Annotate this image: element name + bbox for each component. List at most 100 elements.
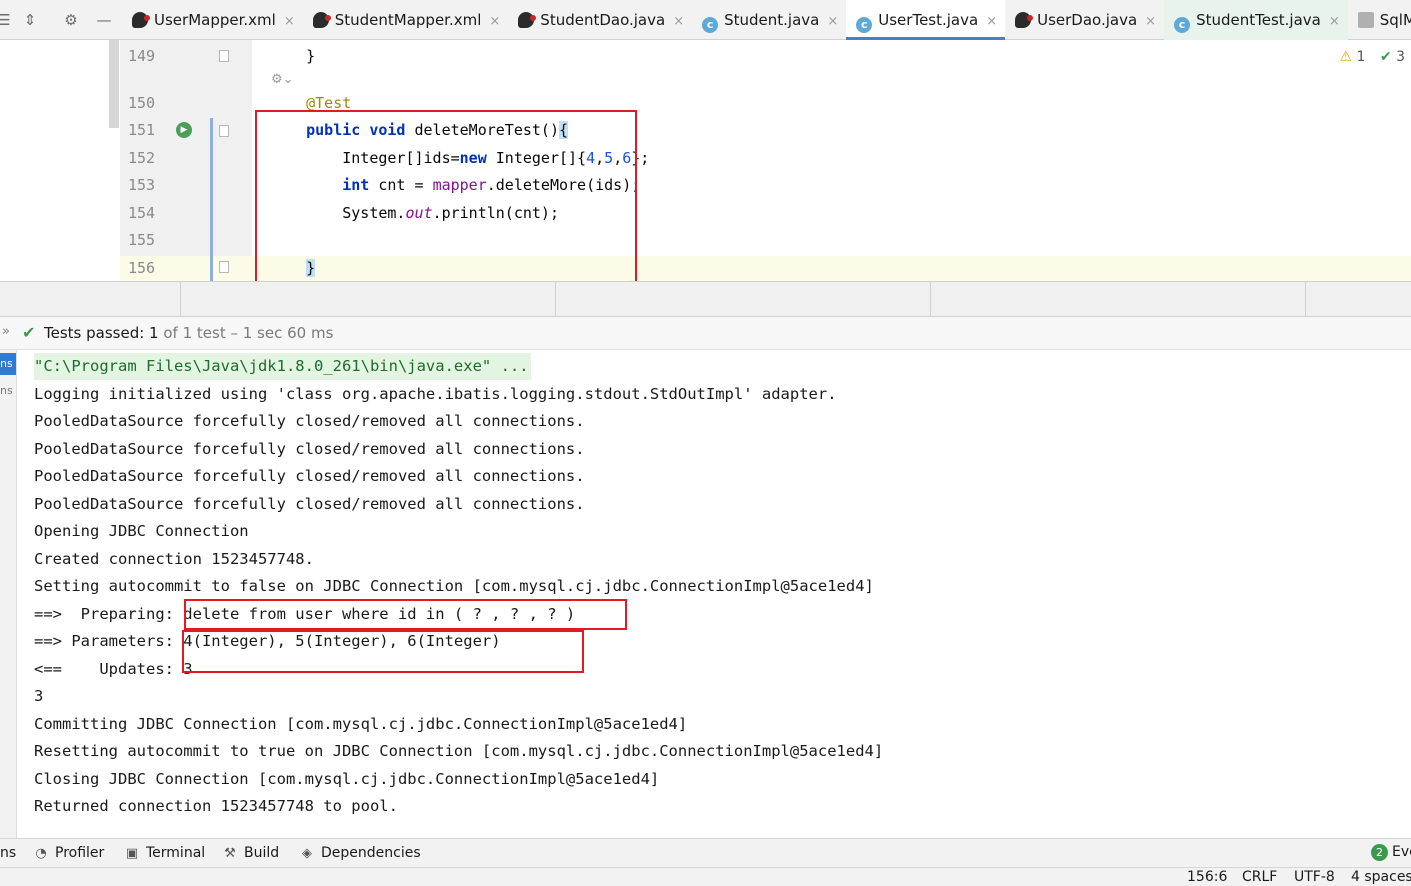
close-icon[interactable]: × bbox=[489, 2, 500, 40]
run-panel-header: » ✔ Tests passed: 1 of 1 test – 1 sec 60… bbox=[0, 317, 1411, 350]
console-line: PooledDataSource forcefully closed/remov… bbox=[34, 467, 585, 485]
hide-icon[interactable]: — bbox=[94, 10, 114, 30]
expand-chevron-icon[interactable]: » bbox=[2, 324, 10, 339]
inspection-widget[interactable]: ⚠ 1 ✔ 3 bbox=[1340, 48, 1406, 66]
line-number: 155 bbox=[128, 231, 156, 249]
event-log-button[interactable]: 2Eve bbox=[1371, 844, 1411, 861]
tab-studentdao-java[interactable]: StudentDao.java × bbox=[508, 0, 692, 40]
console-line: PooledDataSource forcefully closed/remov… bbox=[34, 439, 585, 458]
build-button[interactable]: ⚒ Build bbox=[222, 839, 279, 868]
tab-usertest-java[interactable]: c UserTest.java × bbox=[846, 0, 1006, 40]
tab-studenttest-java[interactable]: c StudentTest.java × bbox=[1164, 0, 1348, 40]
profiler-icon: ◔ bbox=[35, 846, 47, 861]
code-line[interactable]: 154 System.out.println(cnt); bbox=[120, 200, 1411, 227]
console-line: Created connection 1523457748. bbox=[34, 549, 314, 568]
project-panel-edge bbox=[0, 40, 108, 281]
tab-label: StudentDao.java bbox=[540, 11, 666, 29]
run-side-tabs: ns ns bbox=[0, 350, 17, 838]
console-line: ==> Parameters: 4(Integer), 5(Integer), … bbox=[34, 632, 501, 650]
tab-label: StudentTest.java bbox=[1196, 11, 1321, 29]
tool-window-bar: ns ◔ Profiler ▣ Terminal ⚒ Build ◈ Dependenc… bbox=[0, 838, 1411, 867]
tab-label: UserTest.java bbox=[878, 11, 979, 29]
tool-window-stub[interactable]: ns bbox=[0, 839, 16, 868]
test-passed-icon: ✔ bbox=[22, 323, 36, 342]
console-line: Opening JDBC Connection bbox=[34, 522, 249, 540]
console-line: ==> Preparing: delete from user where id… bbox=[34, 604, 576, 623]
line-number: 150 bbox=[128, 94, 156, 112]
code-text: } bbox=[270, 47, 316, 65]
line-number: 153 bbox=[128, 176, 156, 194]
line-separator[interactable]: CRLF bbox=[1242, 868, 1277, 886]
split-divider bbox=[555, 282, 556, 316]
editor-tabs: UserMapper.xml × StudentMapper.xml × Student… bbox=[122, 0, 1411, 40]
code-line[interactable]: 152 Integer[]ids=new Integer[]{4,5,6}; bbox=[120, 145, 1411, 172]
file-encoding[interactable]: UTF-8 bbox=[1294, 868, 1335, 886]
code-line[interactable]: 151 public void deleteMoreTest(){ bbox=[120, 117, 1411, 144]
terminal-label: Terminal bbox=[146, 845, 206, 861]
project-tool-icons: ☰ ⇕ ⚙ — bbox=[0, 0, 122, 40]
side-tab-tests[interactable]: ns bbox=[0, 353, 16, 375]
ok-count: 3 bbox=[1396, 49, 1405, 65]
code-line[interactable]: 149 } bbox=[120, 43, 1411, 70]
code-line[interactable]: 156 } bbox=[120, 255, 1411, 281]
test-status-passed: Tests passed: 1 bbox=[44, 324, 159, 342]
close-icon[interactable]: × bbox=[827, 2, 838, 40]
line-number: 154 bbox=[128, 204, 156, 222]
tab-userdao-java[interactable]: UserDao.java × bbox=[1005, 0, 1164, 40]
dependencies-label: Dependencies bbox=[321, 845, 421, 861]
close-icon[interactable]: × bbox=[1145, 2, 1156, 40]
code-text: public void deleteMoreTest(){ bbox=[306, 121, 569, 139]
close-icon[interactable]: × bbox=[673, 2, 684, 40]
java-class-icon: c bbox=[702, 17, 719, 33]
caret-position[interactable]: 156:6 bbox=[1187, 868, 1227, 886]
code-editor[interactable]: ▶ 149 } 150 @Test 151 public void deleteMo… bbox=[0, 40, 1411, 281]
align-icon[interactable]: ☰ bbox=[0, 10, 14, 30]
hammer-icon: ⚒ bbox=[224, 846, 236, 861]
tab-student-java[interactable]: c Student.java × bbox=[692, 0, 846, 40]
mybatis-java-icon bbox=[1015, 12, 1034, 28]
collapse-all-icon[interactable]: ⇕ bbox=[20, 10, 40, 30]
build-label: Build bbox=[244, 845, 280, 861]
tab-studentmapper-xml[interactable]: StudentMapper.xml × bbox=[303, 0, 509, 40]
line-number: 151 bbox=[128, 121, 156, 139]
dependencies-button[interactable]: ◈ Dependencies bbox=[299, 839, 421, 868]
close-icon[interactable]: × bbox=[1329, 2, 1340, 40]
console-line: Closing JDBC Connection [com.mysql.cj.jd… bbox=[34, 769, 660, 788]
console-line: 3 bbox=[34, 687, 44, 705]
tab-label: Student.java bbox=[724, 11, 820, 29]
editor-tab-bar: ☰ ⇕ ⚙ — UserMapper.xml × StudentMapper.xml… bbox=[0, 0, 1411, 40]
console-line: Committing JDBC Connection [com.mysql.cj… bbox=[34, 714, 688, 733]
console-output[interactable]: "C:\Program Files\Java\jdk1.8.0_261\bin\… bbox=[17, 350, 1411, 838]
java-class-icon: c bbox=[856, 17, 873, 33]
code-line[interactable]: 153 int cnt = mapper.deleteMore(ids); bbox=[120, 172, 1411, 199]
terminal-button[interactable]: ▣ Terminal bbox=[124, 839, 205, 868]
tab-usermapper-xml[interactable]: UserMapper.xml × bbox=[122, 0, 303, 40]
warning-icon: ⚠ bbox=[1339, 49, 1353, 65]
profiler-button[interactable]: ◔ Profiler bbox=[33, 839, 104, 868]
code-text: int cnt = mapper.deleteMore(ids); bbox=[342, 176, 641, 194]
event-count-badge: 2 bbox=[1371, 844, 1388, 861]
mybatis-java-icon bbox=[518, 12, 537, 28]
dependencies-icon: ◈ bbox=[302, 846, 312, 861]
event-log-label: Eve bbox=[1392, 844, 1411, 860]
code-line[interactable]: 155 bbox=[120, 227, 1411, 254]
warning-count: 1 bbox=[1356, 49, 1366, 65]
tab-sqlm[interactable]: SqlM bbox=[1348, 0, 1411, 40]
code-vision-icon[interactable]: ⚙⌄ bbox=[271, 72, 294, 87]
terminal-icon: ▣ bbox=[125, 846, 139, 861]
mybatis-xml-icon bbox=[312, 12, 331, 28]
code-text: @Test bbox=[306, 94, 352, 112]
close-icon[interactable]: × bbox=[986, 2, 997, 40]
side-tab-tests-2[interactable]: ns bbox=[0, 380, 16, 402]
editor-splitter[interactable] bbox=[0, 281, 1411, 317]
test-status: Tests passed: 1 of 1 test – 1 sec 60 ms bbox=[44, 324, 333, 342]
indent-setting[interactable]: 4 spaces bbox=[1351, 868, 1411, 886]
code-text: System.out.println(cnt); bbox=[270, 204, 559, 222]
code-line[interactable]: 150 @Test bbox=[120, 90, 1411, 117]
project-scrollbar[interactable] bbox=[109, 40, 119, 128]
sql-file-icon bbox=[1357, 12, 1374, 28]
close-icon[interactable]: × bbox=[284, 2, 295, 40]
mybatis-xml-icon bbox=[132, 12, 150, 28]
split-divider bbox=[180, 282, 181, 316]
gear-icon[interactable]: ⚙ bbox=[61, 10, 81, 30]
